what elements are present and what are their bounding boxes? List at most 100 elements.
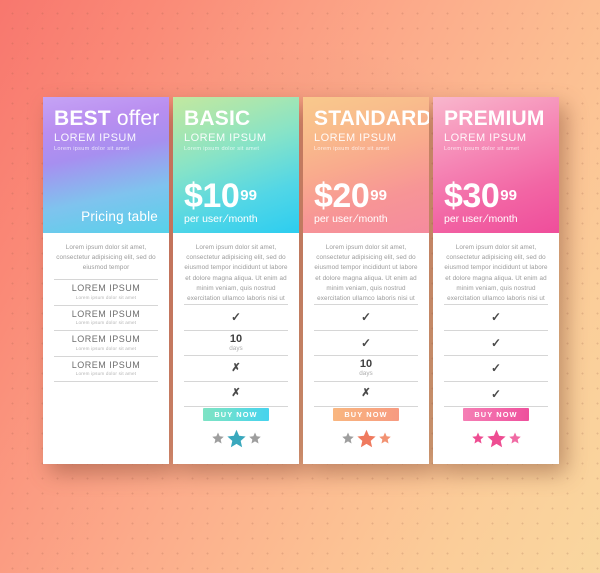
plan-title-bold: BEST: [54, 107, 111, 130]
price-amount: $20: [314, 176, 370, 215]
feature-row: ✗: [184, 382, 288, 408]
feature-row: ✓: [444, 356, 548, 382]
star-icon: [341, 432, 354, 444]
feature-row: 10 days: [314, 356, 418, 382]
feature-unit: days: [229, 344, 243, 352]
feature-row: LOREM IPSUM Lorem ipsum dolor sit amet: [54, 357, 158, 382]
plan-title-basic: BASIC: [184, 107, 251, 130]
feature-row: ✓: [314, 305, 418, 331]
feature-value: 10: [359, 358, 373, 371]
plan-subtitle-info: LOREM IPSUM: [54, 132, 137, 145]
check-icon: ✓: [490, 386, 502, 401]
price-cents: 99: [370, 187, 387, 205]
star-icon: [248, 432, 261, 444]
feature-label: LOREM IPSUM: [71, 334, 141, 345]
plan-subtitle-basic: LOREM IPSUM: [184, 132, 267, 145]
plan-subtitle-small-premium: Lorem ipsum dolor sit amet: [444, 146, 520, 153]
plan-title-thin: offer: [110, 107, 160, 130]
pricing-card-premium: PREMIUM LOREM IPSUM Lorem ipsum dolor si…: [433, 97, 559, 464]
feature-row: LOREM IPSUM Lorem ipsum dolor sit amet: [54, 280, 158, 306]
feature-list-basic: ✓ 10 days ✗ ✗: [184, 304, 288, 408]
check-icon: ✓: [360, 310, 372, 325]
card-header-info: BEST offer LOREM IPSUM Lorem ipsum dolor…: [43, 97, 169, 233]
price-block-standard: $2099 per user/month: [314, 176, 421, 225]
price-cents: 99: [500, 187, 517, 205]
star-icon: [356, 429, 376, 447]
feature-row: 10 days: [184, 331, 288, 357]
cross-icon: ✗: [361, 387, 371, 400]
feature-label: LOREM IPSUM: [71, 308, 141, 319]
price-per-unit: per user: [444, 212, 483, 225]
price-terms-standard: per user/month: [314, 213, 421, 225]
pricing-table: BEST offer LOREM IPSUM Lorem ipsum dolor…: [43, 97, 559, 464]
feature-list-standard: ✓ ✓ 10 days ✗: [314, 304, 418, 408]
feature-row: ✗: [184, 356, 288, 382]
price-amount: $30: [444, 176, 500, 215]
feature-row: ✓: [444, 305, 548, 331]
feature-row: ✗: [314, 382, 418, 408]
feature-row: LOREM IPSUM Lorem ipsum dolor sit amet: [54, 306, 158, 331]
cta-wrap-basic: BUY NOW: [173, 408, 299, 421]
pricing-card-basic: BASIC LOREM IPSUM Lorem ipsum dolor sit …: [173, 97, 299, 464]
card-intro-premium: Lorem ipsum dolor sit amet, consectetur …: [444, 244, 548, 302]
price-period: month: [488, 212, 518, 225]
card-header-premium: PREMIUM LOREM IPSUM Lorem ipsum dolor si…: [433, 97, 559, 233]
price-line-basic: $1099: [184, 176, 291, 215]
feature-value: 10: [229, 332, 243, 345]
plan-subtitle-small-info: Lorem ipsum dolor sit amet: [54, 146, 130, 153]
star-icon: [378, 432, 391, 444]
card-intro-basic: Lorem ipsum dolor sit amet, consectetur …: [184, 244, 288, 302]
check-icon: ✓: [230, 310, 242, 325]
plan-title-info: BEST offer: [54, 107, 160, 130]
price-line-premium: $3099: [444, 176, 551, 215]
price-line-standard: $2099: [314, 176, 421, 215]
plan-subtitle-premium: LOREM IPSUM: [444, 132, 527, 145]
feature-row: ✓: [444, 331, 548, 357]
price-cents: 99: [240, 187, 257, 205]
plan-title-standard: STANDARD: [314, 107, 429, 130]
feature-sublabel: Lorem ipsum dolor sit amet: [75, 294, 137, 300]
card-intro-info: Lorem ipsum dolor sit amet, consectetur …: [56, 244, 156, 272]
card-intro-standard: Lorem ipsum dolor sit amet, consectetur …: [314, 244, 418, 302]
feature-list-info: LOREM IPSUM Lorem ipsum dolor sit amet L…: [54, 279, 158, 382]
plan-title-premium: PREMIUM: [444, 107, 545, 130]
feature-row: ✓: [444, 382, 548, 408]
pricing-card-info: BEST offer LOREM IPSUM Lorem ipsum dolor…: [43, 97, 169, 464]
price-period: month: [358, 212, 388, 225]
buy-now-button-standard[interactable]: BUY NOW: [333, 408, 399, 421]
price-block-premium: $3099 per user/month: [444, 176, 551, 225]
price-block-basic: $1099 per user/month: [184, 176, 291, 225]
feature-row: LOREM IPSUM Lorem ipsum dolor sit amet: [54, 331, 158, 357]
star-rating-standard: [303, 428, 429, 448]
feature-label: LOREM IPSUM: [71, 359, 141, 370]
star-icon: [471, 432, 484, 444]
price-amount: $10: [184, 176, 240, 215]
star-rating-premium: [433, 428, 559, 448]
star-icon: [226, 429, 246, 447]
feature-sublabel: Lorem ipsum dolor sit amet: [75, 320, 137, 326]
star-icon: [486, 429, 506, 447]
check-icon: ✓: [490, 310, 502, 325]
feature-list-premium: ✓ ✓ ✓ ✓: [444, 304, 548, 408]
plan-subtitle-small-basic: Lorem ipsum dolor sit amet: [184, 146, 260, 153]
card-spacer-info: [43, 382, 169, 464]
plan-subtitle-standard: LOREM IPSUM: [314, 132, 397, 145]
cta-wrap-standard: BUY NOW: [303, 408, 429, 421]
buy-now-button-premium[interactable]: BUY NOW: [463, 408, 529, 421]
card-header-standard: STANDARD LOREM IPSUM Lorem ipsum dolor s…: [303, 97, 429, 233]
cross-icon: ✗: [231, 387, 241, 400]
check-icon: ✓: [360, 335, 372, 350]
feature-sublabel: Lorem ipsum dolor sit amet: [75, 371, 137, 377]
check-icon: ✓: [490, 361, 502, 376]
pricing-table-label: Pricing table: [81, 209, 158, 224]
star-rating-basic: [173, 428, 299, 448]
feature-row: ✓: [314, 331, 418, 357]
buy-now-button-basic[interactable]: BUY NOW: [203, 408, 269, 421]
feature-sublabel: Lorem ipsum dolor sit amet: [75, 345, 137, 351]
plan-subtitle-small-standard: Lorem ipsum dolor sit amet: [314, 146, 390, 153]
price-period: month: [228, 212, 258, 225]
cta-wrap-premium: BUY NOW: [433, 408, 559, 421]
card-header-basic: BASIC LOREM IPSUM Lorem ipsum dolor sit …: [173, 97, 299, 233]
check-icon: ✓: [490, 335, 502, 350]
price-terms-basic: per user/month: [184, 213, 291, 225]
